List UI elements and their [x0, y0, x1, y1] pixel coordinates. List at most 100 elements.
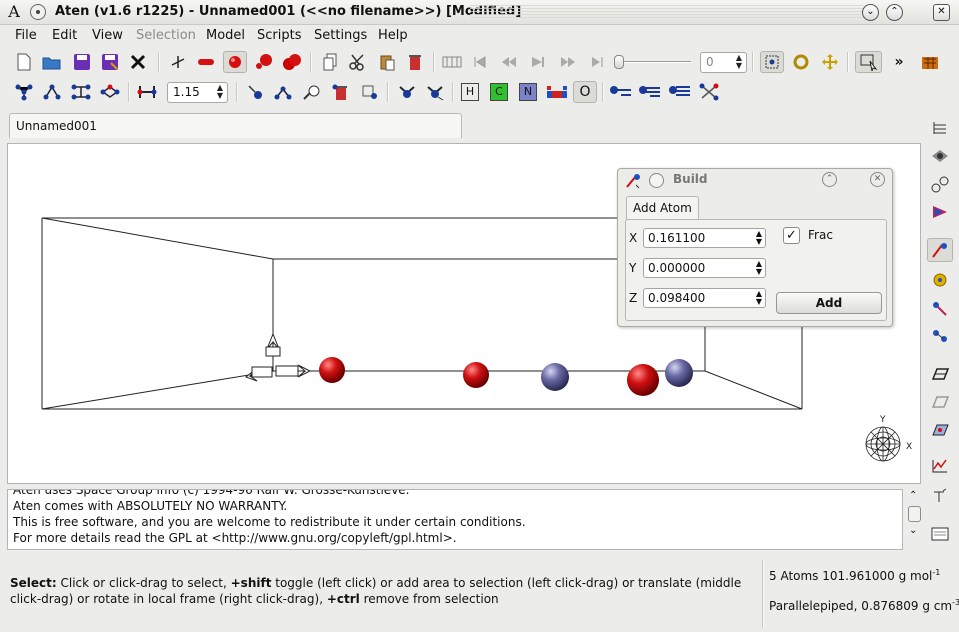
draw-scaled-icon[interactable]: [252, 51, 276, 73]
atom-oxygen[interactable]: [463, 362, 489, 388]
scroll-thumb[interactable]: [908, 506, 921, 522]
model-tab[interactable]: Unnamed001: [9, 113, 462, 138]
add-atom-button[interactable]: Add: [776, 292, 882, 314]
cell-define-icon[interactable]: [927, 362, 953, 386]
draw-spacefill-icon[interactable]: [280, 51, 304, 73]
cut-icon[interactable]: [345, 51, 369, 73]
copy-icon[interactable]: [318, 51, 342, 73]
select-box-icon[interactable]: [855, 51, 882, 73]
select-molecule-icon[interactable]: [12, 81, 36, 103]
window-menu-button[interactable]: [30, 4, 46, 20]
glyphs-icon[interactable]: [927, 172, 953, 196]
graph-icon[interactable]: [927, 454, 953, 478]
play-icon[interactable]: [526, 51, 550, 73]
element-h-button[interactable]: H: [461, 83, 479, 101]
paste-icon[interactable]: [375, 51, 399, 73]
panel-menu-button[interactable]: [649, 173, 664, 188]
atom-list-icon[interactable]: [927, 116, 953, 140]
view-icon[interactable]: [927, 144, 953, 168]
app-icon[interactable]: A: [5, 3, 23, 21]
panel-float-button[interactable]: ⌃: [822, 172, 837, 187]
select-atoms-icon[interactable]: [760, 51, 784, 73]
close-model-icon[interactable]: [127, 51, 151, 73]
frac-checkbox[interactable]: ✓: [783, 227, 800, 244]
x-coordinate-input[interactable]: 0.161100 ▲ ▼: [643, 228, 766, 248]
z-coordinate-input[interactable]: 0.098400 ▲ ▼: [643, 288, 766, 308]
model-tab-label: Unnamed001: [16, 119, 97, 133]
add-fragment-icon[interactable]: [395, 81, 419, 103]
frame-slider[interactable]: [614, 55, 691, 69]
toolbar-overflow-icon[interactable]: »: [890, 51, 908, 73]
scroll-up-icon[interactable]: ⌃: [909, 490, 917, 501]
bond-tolerance-spinbox[interactable]: 1.15 ▲ ▼: [167, 82, 228, 103]
last-frame-icon[interactable]: [585, 51, 609, 73]
atom-aluminium[interactable]: [541, 363, 569, 391]
cell-transform-icon[interactable]: [927, 390, 953, 414]
build-dock-icon[interactable]: [927, 238, 953, 262]
measure-distance-icon[interactable]: [135, 81, 159, 103]
save-icon[interactable]: [70, 51, 94, 73]
scroll-down-icon[interactable]: ⌄: [909, 525, 917, 536]
menu-help[interactable]: Help: [378, 28, 408, 43]
draw-atom-icon[interactable]: [243, 81, 267, 103]
draw-stick-icon[interactable]: [166, 51, 190, 73]
y-coordinate-input[interactable]: 0.000000 ▲ ▼: [643, 258, 766, 278]
log-scrollbar[interactable]: ⌃ ⌄: [905, 489, 923, 550]
first-frame-icon[interactable]: [468, 51, 492, 73]
draw-chain-icon[interactable]: [271, 81, 295, 103]
vibrations-icon[interactable]: [927, 484, 953, 508]
bond-double-icon[interactable]: [638, 81, 662, 103]
select-type-icon[interactable]: [69, 81, 93, 103]
atom-aluminium[interactable]: [665, 359, 693, 387]
select-bound-icon[interactable]: [98, 81, 122, 103]
periodic-table-icon[interactable]: [545, 81, 569, 103]
trajectory-icon[interactable]: [440, 51, 464, 73]
panel-close-button[interactable]: ✕: [870, 172, 885, 187]
atom-oxygen[interactable]: [627, 364, 659, 396]
transform-icon[interactable]: [927, 324, 953, 348]
minimize-button[interactable]: ⌄: [862, 4, 879, 21]
atom-oxygen[interactable]: [319, 357, 345, 383]
menu-view[interactable]: View: [92, 28, 123, 43]
tab-add-atom[interactable]: Add Atom: [626, 196, 699, 220]
element-n-button[interactable]: N: [519, 83, 537, 101]
delete-icon[interactable]: [403, 51, 427, 73]
menu-selection[interactable]: Selection: [136, 28, 196, 43]
rotate-view-icon[interactable]: [789, 51, 813, 73]
new-file-icon[interactable]: [12, 51, 36, 73]
transmute-icon[interactable]: [300, 81, 324, 103]
hydrogen-add-icon[interactable]: [358, 81, 382, 103]
position-icon[interactable]: [927, 296, 953, 320]
bond-single-icon[interactable]: [609, 81, 633, 103]
previous-frame-icon[interactable]: [497, 51, 521, 73]
menu-edit[interactable]: Edit: [52, 28, 77, 43]
draw-tube-icon[interactable]: [194, 51, 218, 73]
menu-scripts[interactable]: Scripts: [257, 28, 301, 43]
element-c-button[interactable]: C: [490, 83, 508, 101]
save-as-icon[interactable]: [98, 51, 122, 73]
geometry-icon[interactable]: [927, 268, 953, 292]
menu-model[interactable]: Model: [206, 28, 245, 43]
delete-bond-icon[interactable]: [697, 81, 721, 103]
maximize-button[interactable]: ⌃: [886, 4, 903, 21]
element-o-button[interactable]: O: [573, 81, 597, 103]
translate-view-icon[interactable]: [818, 51, 842, 73]
menu-settings[interactable]: Settings: [314, 28, 367, 43]
z-label: Z: [629, 291, 638, 305]
cell-density: Parallelepiped, 0.876809 g cm-3: [769, 598, 959, 613]
open-file-icon[interactable]: [40, 51, 64, 73]
cell-icon[interactable]: [918, 51, 942, 73]
disorder-icon[interactable]: [927, 418, 953, 442]
delete-atom-icon[interactable]: [329, 81, 353, 103]
close-button[interactable]: ✕: [933, 4, 950, 21]
replace-fragment-icon[interactable]: [423, 81, 447, 103]
command-icon[interactable]: [927, 200, 953, 224]
next-frame-icon[interactable]: [556, 51, 580, 73]
log-line: For more details read the GPL at <http:/…: [13, 531, 457, 545]
draw-sphere-icon[interactable]: [223, 51, 247, 73]
select-element-icon[interactable]: [40, 81, 64, 103]
frame-spinbox[interactable]: 0 ▲ ▼: [700, 52, 747, 73]
message-window-icon[interactable]: [927, 522, 953, 546]
menu-file[interactable]: File: [15, 28, 37, 43]
bond-triple-icon[interactable]: [668, 81, 692, 103]
